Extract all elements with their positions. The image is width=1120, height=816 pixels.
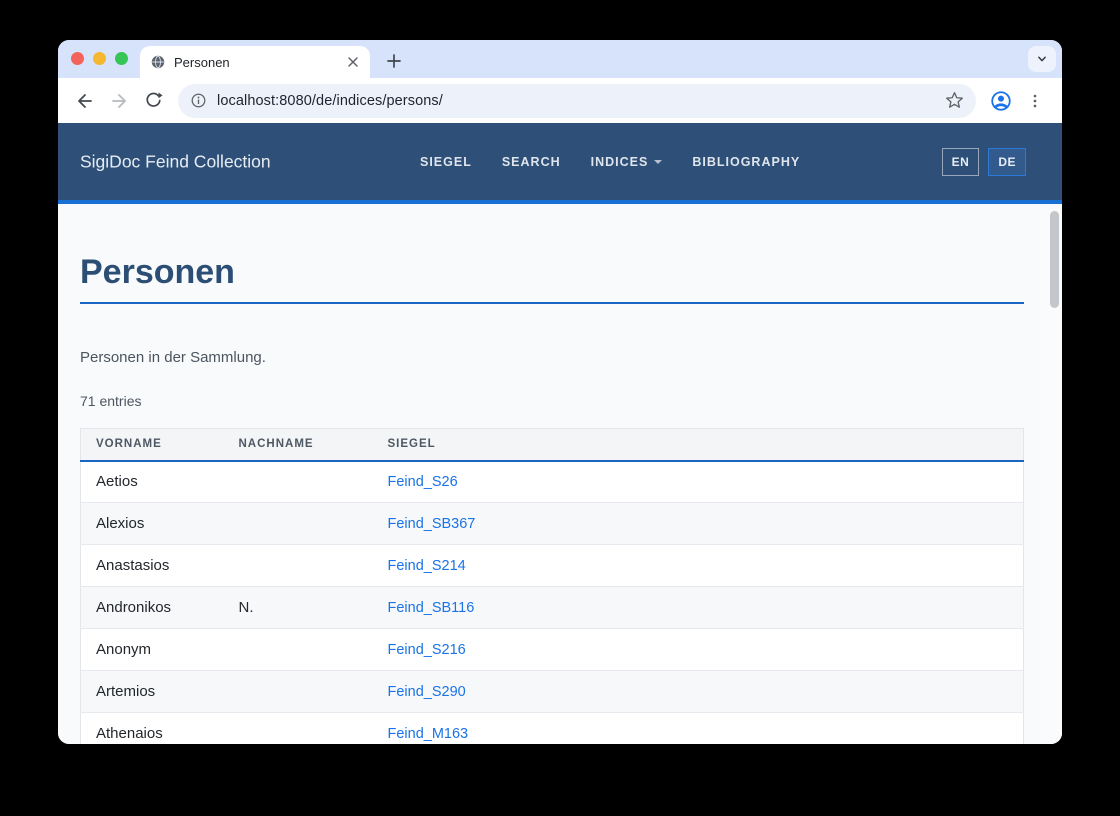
main-content: Personen Personen in der Sammlung. 71 en… [58,254,1062,744]
tab-strip: Personen [58,40,1062,78]
title-divider [80,302,1024,305]
siegel-link[interactable]: Feind_S290 [388,684,466,700]
page-viewport: SigiDoc Feind Collection SIEGEL SEARCH I… [58,123,1062,744]
table-row: Athenaios Feind_M163 [80,712,1024,744]
siegel-cell: Feind_S26 [373,461,1024,503]
nachname-cell [224,545,373,587]
tab-title: Personen [174,54,230,70]
forward-icon [112,93,126,108]
globe-favicon-icon [150,54,166,70]
dropdown-caret-icon [654,159,663,164]
siegel-cell: Feind_SB116 [373,587,1024,629]
nachname-cell [224,713,373,744]
siegel-cell: Feind_M163 [373,713,1024,744]
tab-search-button[interactable] [1028,46,1056,72]
address-bar[interactable]: localhost:8080/de/indices/persons/ [178,83,976,118]
siegel-cell: Feind_S214 [373,545,1024,587]
entries-count: 71 entries [80,393,142,410]
nachname-cell [224,671,373,713]
persons-table: VORNAME NACHNAME SIEGEL Aetios Feind_S26 A… [80,428,1024,744]
main-navigation: SIEGEL SEARCH INDICES BIBLIOGRAPHY [420,155,800,169]
page-description: Personen in der Sammlung. [80,349,266,367]
siegel-link[interactable]: Feind_M163 [388,726,469,742]
vorname-cell: Anonym [96,641,152,659]
info-icon[interactable] [190,92,207,109]
language-button-de[interactable]: DE [988,147,1026,176]
new-tab-button[interactable] [380,47,408,75]
forward-button[interactable] [105,87,133,115]
siegel-cell: Feind_S290 [373,671,1024,713]
nav-item-siegel[interactable]: SIEGEL [420,155,472,169]
table-row: Artemios Feind_S290 [80,670,1024,713]
vorname-cell: Athenaios [96,725,163,743]
reload-button[interactable] [139,87,167,115]
browser-toolbar: localhost:8080/de/indices/persons/ [58,78,1062,123]
vorname-cell: Anastasios [96,557,170,575]
site-header: SigiDoc Feind Collection SIEGEL SEARCH I… [58,123,1062,204]
language-button-en[interactable]: EN [941,147,980,176]
vorname-cell: Artemios [96,683,156,701]
vorname-cell: Aetios [96,473,138,491]
browser-tab[interactable]: Personen [140,46,370,78]
nachname-cell [224,503,373,545]
desktop-background: { "browser": { "tab_title": "Personen", … [0,0,1120,816]
nav-item-bibliography[interactable]: BIBLIOGRAPHY [692,155,800,169]
table-row: Anonym Feind_S216 [80,628,1024,671]
vorname-cell: Andronikos [96,599,172,617]
page-title: Personen [80,253,235,291]
close-window-button[interactable] [71,52,84,65]
zoom-window-button[interactable] [115,52,128,65]
window-controls [71,52,128,65]
table-row: Aetios Feind_S26 [80,460,1024,503]
column-header-vorname: VORNAME [80,428,224,462]
nav-item-indices[interactable]: INDICES [591,155,663,169]
minimize-window-button[interactable] [93,52,106,65]
siegel-link[interactable]: Feind_S26 [388,474,458,490]
nachname-cell [224,461,373,503]
chevron-down-icon [1038,56,1046,62]
back-icon [78,93,92,108]
url-text[interactable]: localhost:8080/de/indices/persons/ [217,93,945,109]
profile-icon [991,90,1011,111]
siegel-link[interactable]: Feind_SB367 [388,516,476,532]
scrollbar-thumb[interactable] [1050,211,1059,308]
browser-menu-button[interactable] [1021,87,1049,115]
nav-item-search[interactable]: SEARCH [502,155,561,169]
siegel-link[interactable]: Feind_S214 [388,558,466,574]
back-button[interactable] [71,87,99,115]
siegel-cell: Feind_SB367 [373,503,1024,545]
table-row: Andronikos N. Feind_SB116 [80,586,1024,629]
nachname-cell [224,629,373,671]
siegel-link[interactable]: Feind_SB116 [388,600,475,616]
table-row: Alexios Feind_SB367 [80,502,1024,545]
language-switcher: EN DE [941,147,1026,176]
siegel-cell: Feind_S216 [373,629,1024,671]
tab-close-icon[interactable] [346,55,360,69]
siegel-link[interactable]: Feind_S216 [388,642,466,658]
profile-button[interactable] [987,87,1015,115]
reload-icon [145,92,163,107]
page-scrollbar[interactable] [1047,206,1062,744]
site-brand[interactable]: SigiDoc Feind Collection [80,151,271,172]
table-body: Aetios Feind_S26 Alexios Feind_SB367 Anastas… [80,460,1024,744]
vorname-cell: Alexios [96,515,145,533]
browser-window: Personen localhost:8080/de/indices/perso… [58,40,1062,744]
table-header-row: VORNAME NACHNAME SIEGEL [80,428,1024,462]
bookmark-star-icon[interactable] [945,91,964,110]
column-header-nachname: NACHNAME [223,428,373,462]
menu-dots-icon [1033,94,1037,107]
column-header-siegel: SIEGEL [372,428,1024,462]
table-row: Anastasios Feind_S214 [80,544,1024,587]
nachname-cell: N. [238,599,254,617]
